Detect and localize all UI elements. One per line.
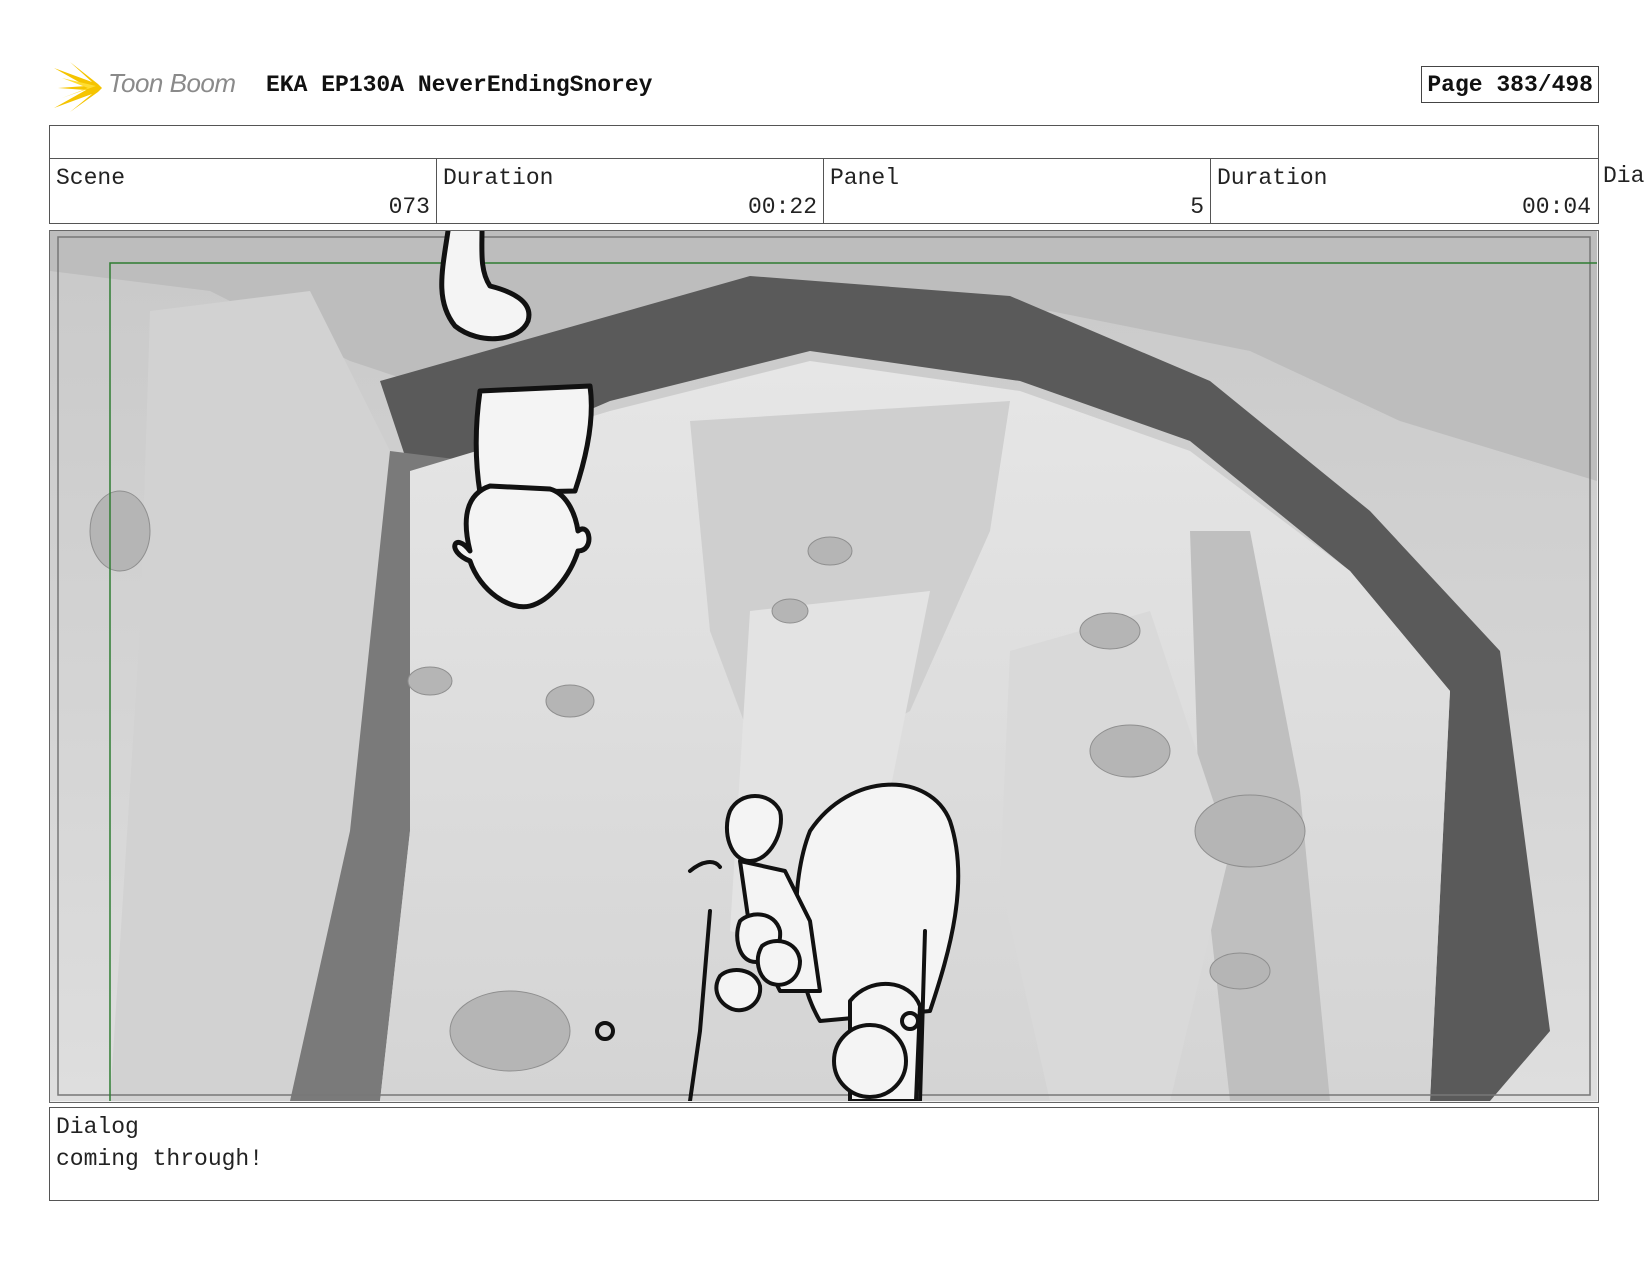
- info-row: Scene 073 Duration 00:22 Panel 5 Duratio…: [50, 159, 1598, 224]
- scene-label: Scene: [56, 165, 126, 191]
- page-number: Page 383/498: [1421, 66, 1599, 103]
- panel-duration-value: 00:04: [1521, 194, 1591, 220]
- scene-info-table: Scene 073 Duration 00:22 Panel 5 Duratio…: [49, 125, 1599, 224]
- dialog-box: Dialog coming through!: [49, 1107, 1599, 1201]
- dialog-text: coming through!: [56, 1146, 264, 1172]
- panel-label: Panel: [830, 165, 900, 191]
- dialog-label: Dialog: [56, 1114, 139, 1140]
- toon-boom-logo: Toon Boom: [52, 58, 252, 114]
- scene-cell: Scene 073: [50, 159, 437, 224]
- page-header: Toon Boom EKA EP130A NeverEndingSnorey P…: [52, 58, 1602, 114]
- logo-text: Toon Boom: [108, 68, 236, 98]
- panel-duration-cell: Duration 00:04: [1211, 159, 1597, 224]
- panel-cell: Panel 5: [824, 159, 1211, 224]
- scene-duration-value: 00:22: [747, 194, 817, 220]
- info-top-row: [50, 126, 1598, 159]
- panel-duration-label: Duration: [1217, 165, 1328, 191]
- storyboard-panel-image: [49, 230, 1599, 1103]
- document-title: EKA EP130A NeverEndingSnorey: [266, 72, 653, 98]
- star-burst-icon: [54, 62, 102, 112]
- scene-duration-label: Duration: [443, 165, 554, 191]
- scene-duration-cell: Duration 00:22: [437, 159, 824, 224]
- cave-scene-drawing: [50, 231, 1597, 1101]
- panel-value: 5: [1190, 194, 1204, 220]
- scene-value: 073: [388, 194, 430, 220]
- dialog-overflow-label: Dia: [1603, 163, 1645, 189]
